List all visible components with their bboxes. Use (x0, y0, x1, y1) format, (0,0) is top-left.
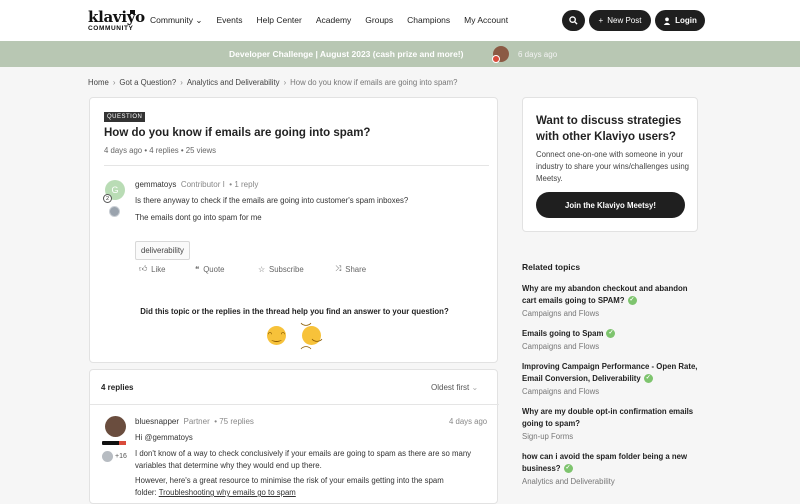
breadcrumb-got-a-question[interactable]: Got a Question? (119, 78, 176, 87)
sort-dropdown[interactable]: Oldest first ⌄ (431, 383, 478, 392)
level-badge: 2 (103, 194, 112, 203)
question-tag: QUESTION (104, 112, 146, 122)
divider (90, 404, 499, 405)
klaviyo-logo[interactable]: klaviyo COMMUNITY (88, 9, 145, 33)
share-icon: ⤨ (335, 264, 342, 273)
replies-card: 4 replies Oldest first ⌄ +16 bluesnapper… (89, 369, 499, 504)
achievement-badge-icon[interactable] (109, 206, 120, 217)
related-topic[interactable]: Emails going to Spam ✓ Campaigns and Flow… (522, 328, 702, 351)
mention-link[interactable]: Hi @gemmatoys (135, 433, 193, 442)
breadcrumb-home[interactable]: Home (88, 78, 109, 87)
join-meetsy-button[interactable]: Join the Klaviyo Meetsy! (536, 192, 685, 218)
promo-heading: Want to discuss strategies with other Kl… (536, 115, 682, 143)
solved-check-icon: ✓ (563, 464, 573, 474)
logo-subtitle: COMMUNITY (88, 25, 134, 32)
chevron-down-icon: ⌄ (195, 15, 203, 25)
main-nav: Community ⌄ Events Help Center Academy G… (150, 15, 508, 26)
author-role: Partner (183, 417, 210, 426)
reply-greeting: Hi @gemmatoys (135, 432, 480, 444)
star-icon: ☆ (258, 264, 265, 274)
subscribe-button[interactable]: ☆ Subscribe (258, 264, 335, 274)
related-topic-category[interactable]: Campaigns and Flows (522, 387, 702, 396)
author-name[interactable]: gemmatoys (135, 180, 176, 189)
related-topic-category[interactable]: Campaigns and Flows (522, 342, 702, 351)
sad-face-icon[interactable]: ︶︵︶ (301, 323, 323, 351)
banner-text[interactable]: Developer Challenge | August 2023 (cash … (229, 49, 463, 59)
search-button[interactable] (562, 10, 585, 31)
related-topic[interactable]: Why are my abandon checkout and abandon … (522, 283, 702, 318)
nav-help-center[interactable]: Help Center (256, 15, 301, 26)
nav-events[interactable]: Events (216, 15, 242, 26)
divider (104, 165, 489, 166)
chevron-right-icon: › (180, 78, 183, 87)
badges[interactable]: +16 (102, 451, 127, 462)
solved-check-icon: ✓ (606, 329, 616, 339)
user-icon (663, 17, 671, 25)
related-topics: Related topics Why are my abandon checko… (522, 262, 702, 496)
topic-label-chip[interactable]: deliverability (135, 241, 190, 260)
new-post-button[interactable]: + New Post (589, 10, 651, 31)
breadcrumb-analytics[interactable]: Analytics and Deliverability (187, 78, 280, 87)
reply-paragraph: I don't know of a way to check conclusiv… (135, 449, 472, 470)
resource-link[interactable]: Troubleshooting why emails go to spam (159, 488, 296, 497)
badge-icon (102, 451, 113, 462)
feedback-prompt: Did this topic or the replies in the thr… (140, 307, 449, 316)
solved-check-icon: ✓ (627, 296, 637, 306)
rank-bar (102, 441, 126, 445)
related-topic-category[interactable]: Sign-up Forms (522, 432, 702, 441)
breadcrumb-current: How do you know if emails are going into… (290, 78, 458, 87)
avatar[interactable] (105, 416, 126, 437)
author-line: gemmatoys Contributor I • 1 reply (135, 180, 258, 189)
breadcrumb: Home › Got a Question? › Analytics and D… (88, 78, 457, 87)
question-card: QUESTION How do you know if emails are g… (89, 97, 498, 363)
search-icon (569, 16, 578, 25)
logo-wordmark: klaviyo (88, 8, 145, 26)
like-button[interactable]: 👍︎ Like (139, 264, 195, 274)
top-navigation-bar: klaviyo COMMUNITY Community ⌄ Events Hel… (0, 0, 800, 41)
badge-count: +16 (115, 453, 127, 460)
nav-academy[interactable]: Academy (316, 15, 351, 26)
chevron-right-icon: › (283, 78, 287, 87)
post-body-line: The emails dont go into spam for me (135, 213, 262, 222)
reply-paragraph: However, here's a great resource to mini… (135, 476, 444, 497)
nav-groups[interactable]: Groups (365, 15, 393, 26)
quote-button[interactable]: ❝ Quote (195, 264, 258, 274)
author-name[interactable]: bluesnapper (135, 417, 179, 426)
banner-avatar (492, 46, 509, 63)
reply-date: 4 days ago (449, 417, 488, 426)
replies-count: 4 replies (101, 383, 134, 392)
nav-champions[interactable]: Champions (407, 15, 450, 26)
solved-check-icon: ✓ (643, 374, 653, 384)
logo-flag-icon (130, 10, 135, 14)
thumbs-up-icon: 👍︎ (139, 264, 148, 273)
banner-time: 6 days ago (518, 50, 558, 59)
login-button[interactable]: Login (655, 10, 705, 31)
page-title: How do you know if emails are going into… (104, 127, 371, 139)
author-line: bluesnapper Partner • 75 replies (135, 417, 254, 426)
meetsy-promo-card: Want to discuss strategies with other Kl… (522, 97, 698, 232)
related-topic[interactable]: Improving Campaign Performance - Open Ra… (522, 361, 702, 396)
post-actions: 👍︎ Like ❝ Quote ☆ Subscribe ⤨ Share (139, 264, 366, 274)
author-reply-count: • 1 reply (229, 180, 259, 189)
avatar[interactable]: G 2 (103, 180, 125, 203)
chevron-right-icon: › (112, 78, 116, 87)
share-button[interactable]: ⤨ Share (335, 264, 366, 274)
related-topic[interactable]: Why are my double opt-in confirmation em… (522, 406, 702, 441)
related-topic-category[interactable]: Analytics and Deliverability (522, 477, 702, 486)
announcement-banner[interactable]: Developer Challenge | August 2023 (cash … (0, 41, 800, 67)
nav-community[interactable]: Community ⌄ (150, 15, 202, 26)
quote-icon: ❝ (195, 264, 200, 274)
question-meta: 4 days ago • 4 replies • 25 views (104, 146, 217, 155)
related-topic[interactable]: how can i avoid the spam folder being a … (522, 451, 702, 486)
chevron-down-icon: ⌄ (471, 383, 479, 392)
plus-icon: + (598, 16, 604, 25)
promo-text: Connect one-on-one with someone in your … (536, 150, 689, 183)
related-heading: Related topics (522, 262, 581, 272)
author-reply-count: • 75 replies (214, 417, 254, 426)
author-role: Contributor I (180, 180, 225, 189)
post-body-line: Is there anyway to check if the emails a… (135, 196, 409, 205)
related-topic-category[interactable]: Campaigns and Flows (522, 309, 702, 318)
nav-my-account[interactable]: My Account (464, 15, 508, 26)
happy-face-icon[interactable]: ᵔ‿ᵔ (267, 326, 286, 345)
